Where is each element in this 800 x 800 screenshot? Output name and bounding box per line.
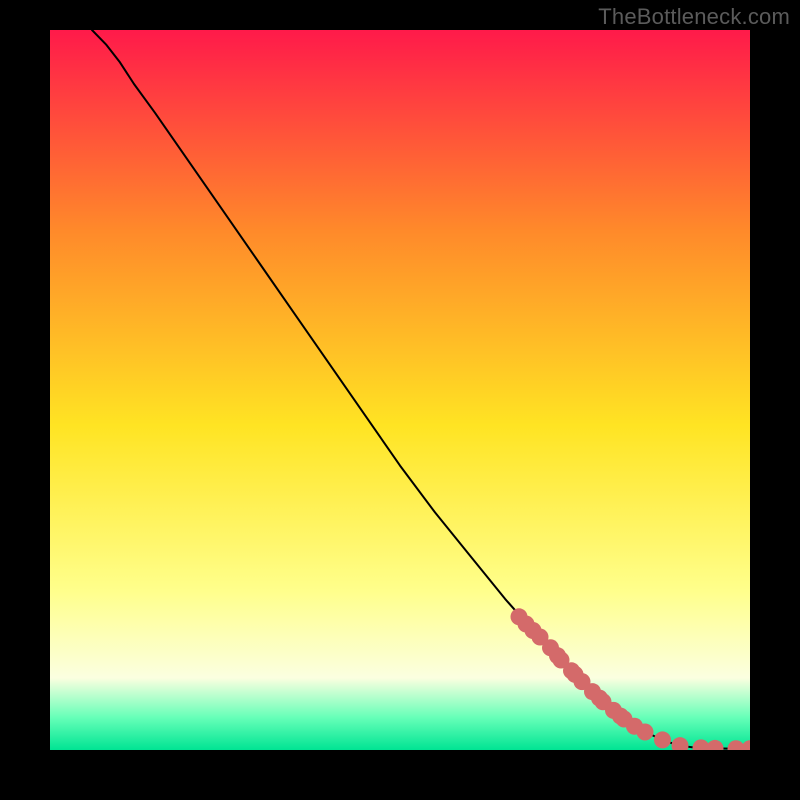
data-marker <box>654 731 671 748</box>
chart-frame: TheBottleneck.com <box>0 0 800 800</box>
plot-area <box>50 30 750 750</box>
gradient-background <box>50 30 750 750</box>
watermark-text: TheBottleneck.com <box>598 4 790 30</box>
data-marker <box>637 724 654 741</box>
chart-svg <box>50 30 750 750</box>
